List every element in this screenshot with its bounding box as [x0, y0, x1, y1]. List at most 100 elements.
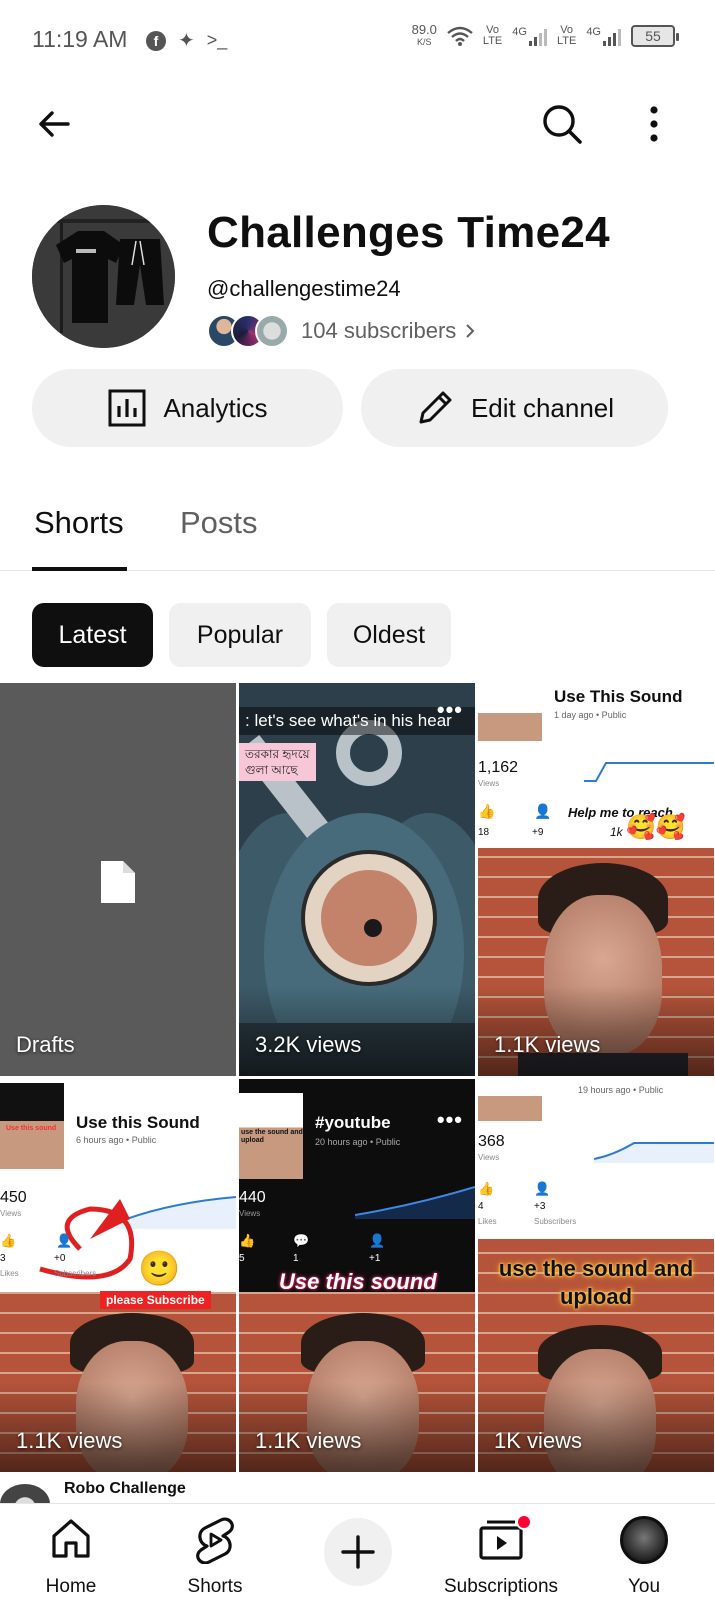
channel-handle: @challengestime24 [207, 276, 401, 301]
stats-card: 19 hours ago • Public 368 Views 👍 4 Like… [478, 1079, 714, 1239]
edit-channel-label: Edit channel [470, 392, 615, 423]
nav-you[interactable]: You [579, 1504, 709, 1600]
shade [239, 1382, 475, 1472]
drafts-tile[interactable]: Drafts [0, 683, 236, 1076]
back-button[interactable] [26, 96, 82, 152]
stats-card: Use this sound Use this Sound 6 hours ag… [0, 1079, 236, 1292]
create-button-bg [324, 1518, 392, 1586]
create-icon [341, 1535, 375, 1569]
nav-home[interactable]: Home [6, 1504, 136, 1600]
mini-thumbnail: use the sound and upload [239, 1093, 303, 1179]
next-row-peek[interactable]: Robo Challenge [0, 1478, 715, 1524]
view-count: 1.1K views [16, 1428, 123, 1453]
analytics-icon [108, 389, 146, 427]
like-icon: 👍 [478, 1181, 495, 1196]
back-arrow-icon [39, 111, 70, 137]
card-meta: 1 day ago • Public [554, 710, 627, 720]
card-subs-label: Subscribers [54, 1269, 97, 1278]
card-likes-label: Likes [478, 1217, 497, 1226]
terminal-icon: >_ [206, 30, 228, 50]
chip-latest[interactable]: Latest [32, 603, 153, 667]
notification-dot [516, 1514, 532, 1530]
shade [0, 1382, 236, 1472]
target-caption: 1k [610, 825, 623, 839]
short-tile[interactable]: Use this sound Use this Sound 6 hours ag… [0, 1079, 236, 1472]
drafts-label: Drafts [16, 1032, 75, 1057]
view-count: 1.1K views [255, 1428, 362, 1453]
subscribers-link[interactable]: 104 subscribers [207, 314, 478, 348]
edit-channel-button[interactable]: Edit channel [361, 369, 668, 447]
nav-create[interactable] [293, 1504, 423, 1600]
mini-thumbnail [478, 1079, 542, 1121]
status-notification-icons: f ✦ >_ [146, 28, 227, 53]
avatar-image [32, 205, 175, 348]
volte-badge-1: Vo LTE [482, 24, 503, 47]
search-icon [543, 105, 582, 144]
view-count: 1K views [494, 1428, 583, 1453]
tab-shorts[interactable]: Shorts [34, 505, 124, 541]
card-view-label: Views [239, 1209, 261, 1218]
sparkle-icon: ✦ [178, 30, 195, 52]
mini-thumbnail [478, 701, 542, 741]
status-time: 11:19 AM [32, 26, 128, 52]
shorts-icon [196, 1517, 234, 1564]
nav-home-label: Home [45, 1576, 97, 1597]
net-speed: 89.0 K/S [411, 22, 437, 47]
analytics-label: Analytics [163, 392, 268, 423]
nav-shorts[interactable]: Shorts [150, 1504, 280, 1600]
peek-title: Robo Challenge [64, 1480, 186, 1497]
chip-oldest[interactable]: Oldest [327, 603, 451, 667]
card-meta: 20 hours ago • Public [315, 1137, 401, 1147]
bengali-caption: তরকার হৃদয়ে গুলা আছে [239, 743, 316, 781]
short-tile[interactable]: Use This Sound 1 day ago • Public 1,162 … [478, 683, 714, 1076]
document-icon [101, 861, 135, 903]
subscriber-count: 104 subscribers [301, 318, 457, 343]
more-options-button[interactable] [626, 96, 682, 152]
short-tile[interactable]: use the sound and upload #youtube 20 hou… [239, 1079, 475, 1472]
home-icon [52, 1519, 90, 1558]
person-add-icon: 👤 [534, 1181, 551, 1196]
chip-popular[interactable]: Popular [169, 603, 311, 667]
volte-badge-2: Vo LTE [556, 24, 577, 47]
subscriber-avatar-3 [255, 314, 289, 348]
stats-line [584, 762, 714, 782]
card-subs: +1 [369, 1253, 381, 1264]
status-right: 89.0 K/S Vo LTE 4G Vo LTE 4G 55 [411, 22, 679, 48]
channel-name: Challenges Time24 [207, 208, 610, 257]
short-tile[interactable]: : let's see what's in his hear তরকার হৃদ… [239, 683, 475, 1076]
stats-line [594, 1142, 714, 1163]
shade [478, 986, 714, 1076]
card-subs-label: Subscribers [534, 1217, 577, 1226]
view-count: 1.1K views [494, 1032, 601, 1057]
signal-icon-1 [528, 26, 547, 46]
more-icon[interactable]: ••• [437, 697, 463, 723]
tab-indicator [32, 567, 127, 571]
card-title: #youtube [315, 1113, 391, 1132]
card-likes: 4 [478, 1201, 484, 1212]
comment-icon: 💬 [293, 1233, 310, 1248]
more-icon[interactable]: ••• [437, 1107, 463, 1133]
person-add-icon: 👤 [56, 1233, 73, 1248]
wifi-icon [447, 26, 473, 46]
channel-avatar[interactable] [32, 205, 175, 348]
mini-thumbnail: Use this sound [0, 1083, 64, 1169]
card-likes: 5 [239, 1253, 245, 1264]
signal-icon-2 [603, 26, 621, 46]
card-view-count: 1,162 [478, 759, 519, 776]
status-bar: 11:19 AM f ✦ >_ 89.0 K/S Vo LTE 4G Vo LTE … [0, 0, 715, 80]
nav-subscriptions[interactable]: Subscriptions [436, 1504, 566, 1600]
card-subs: +0 [54, 1253, 66, 1264]
analytics-button[interactable]: Analytics [32, 369, 343, 447]
card-likes-label: Likes [0, 1269, 19, 1278]
short-tile[interactable]: 19 hours ago • Public 368 Views 👍 4 Like… [478, 1079, 714, 1472]
card-view-label: Views [0, 1209, 22, 1218]
overlay-caption: Use this sound [279, 1269, 437, 1294]
overlay-caption: use the sound and upload [498, 1256, 694, 1309]
network-type-2: 4G [586, 26, 601, 38]
card-subs: +9 [532, 827, 544, 838]
top-app-bar [0, 90, 715, 160]
tab-posts[interactable]: Posts [180, 505, 258, 541]
search-button[interactable] [534, 96, 590, 152]
card-view-count: 368 [478, 1133, 505, 1150]
facebook-icon: f [146, 30, 166, 51]
